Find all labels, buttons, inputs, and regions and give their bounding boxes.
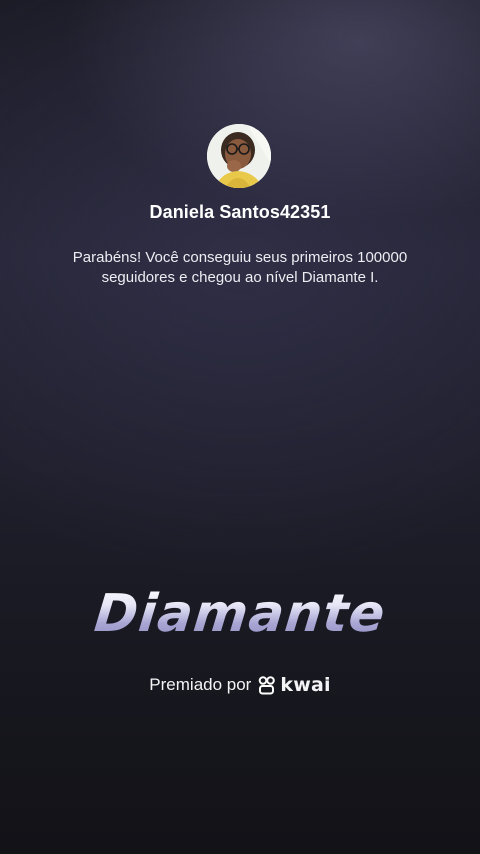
award-credit: Premiado por kwai — [0, 674, 480, 696]
kwai-brand-text: kwai — [280, 674, 331, 696]
kwai-logo: kwai — [257, 674, 330, 696]
avatar-photo — [207, 124, 271, 188]
level-title: Diamante — [0, 584, 480, 644]
message-line-2: seguidores e chegou ao nível Diamante I. — [101, 269, 379, 286]
award-prefix: Premiado por — [149, 675, 252, 694]
congratulation-message: Parabéns! Você conseguiu seus primeiros … — [50, 248, 430, 288]
user-avatar[interactable] — [207, 124, 271, 188]
message-line-1: Parabéns! Você conseguiu seus primeiros … — [72, 249, 408, 266]
username: Daniela Santos42351 — [149, 202, 331, 222]
kwai-logo-icon — [259, 676, 276, 695]
